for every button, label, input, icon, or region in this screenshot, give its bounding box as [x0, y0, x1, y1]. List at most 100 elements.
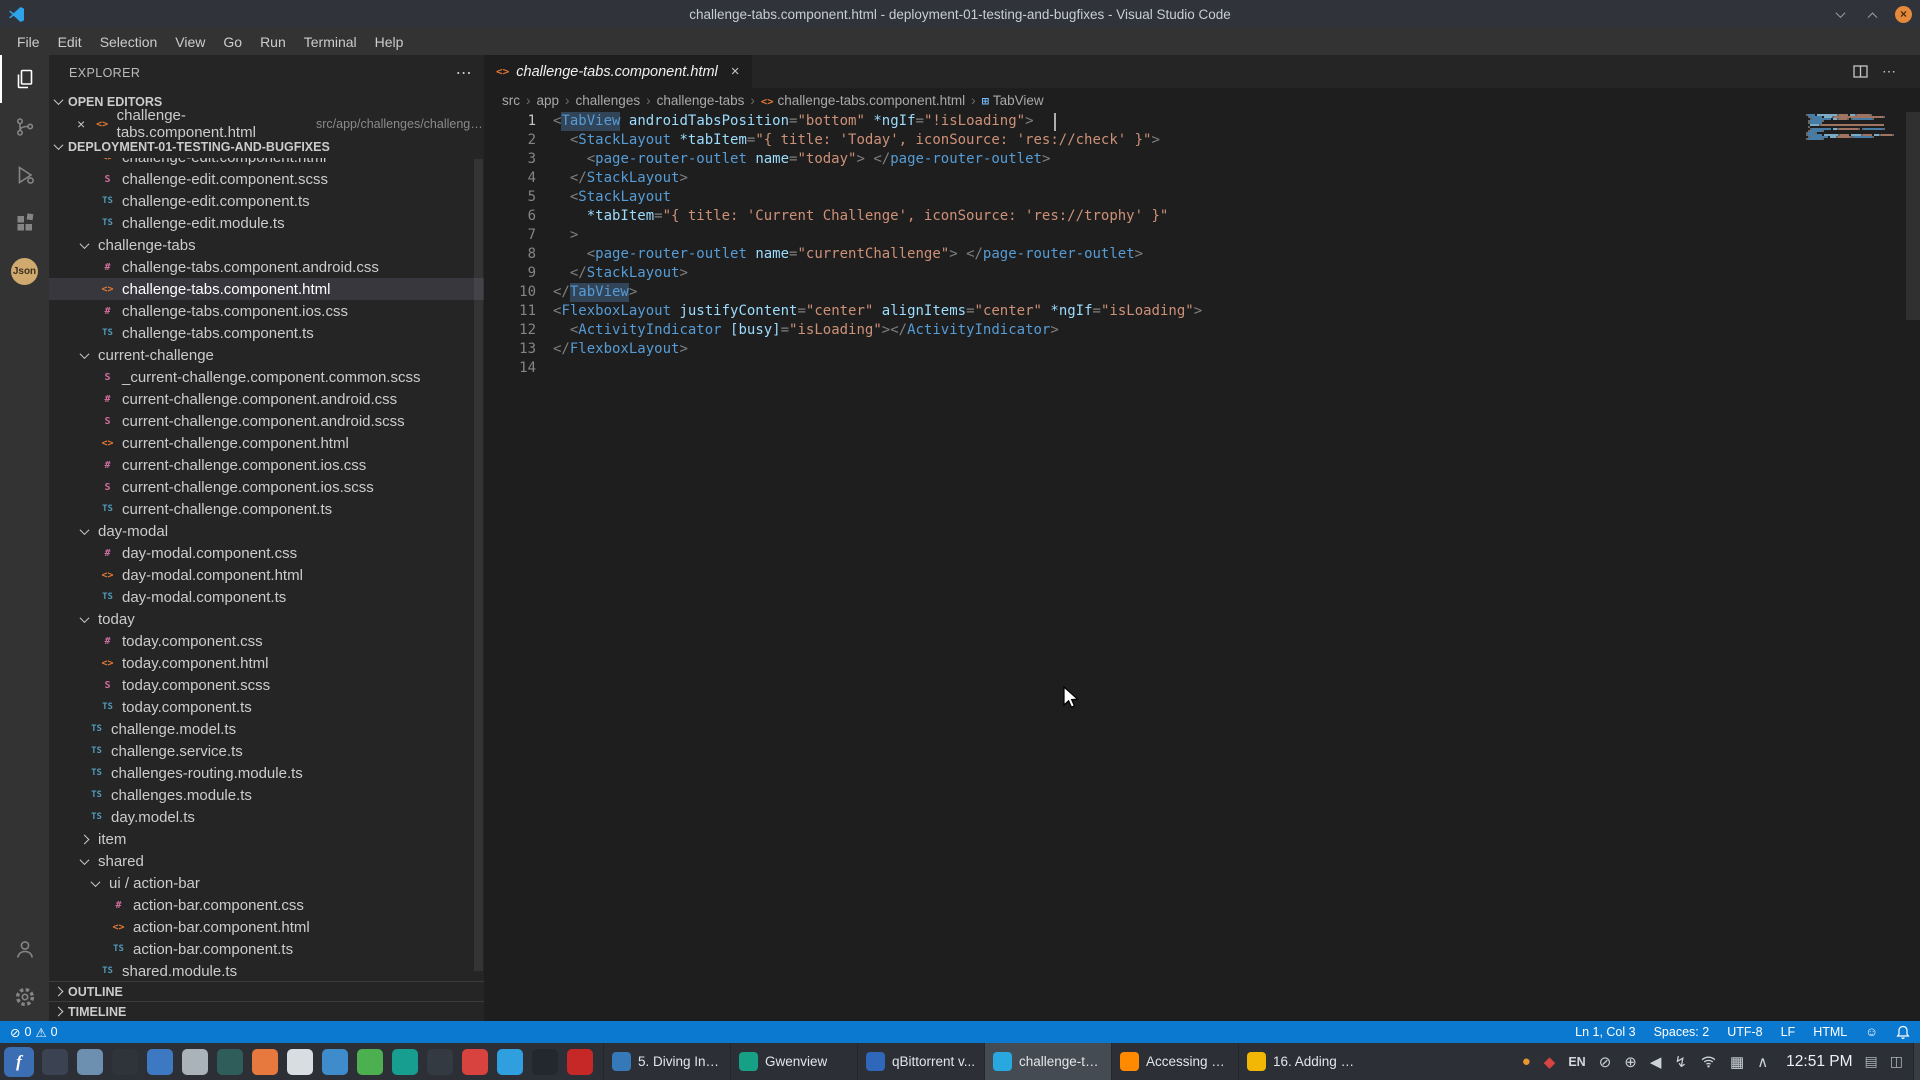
- pinned-app-icon-4[interactable]: [147, 1049, 173, 1075]
- task-button-5-diving-into-[interactable]: 5. Diving Into...: [603, 1043, 730, 1080]
- breadcrumb-item-challenges[interactable]: challenges: [576, 93, 641, 108]
- tree-file-today.component.scss[interactable]: Stoday.component.scss: [49, 674, 484, 696]
- tree-file-challenge-edit.component.ts[interactable]: TSchallenge-edit.component.ts: [49, 190, 484, 212]
- tree-file-challenge-edit.module.ts[interactable]: TSchallenge-edit.module.ts: [49, 212, 484, 234]
- menu-item-run[interactable]: Run: [251, 31, 295, 53]
- run-and-debug-icon[interactable]: [0, 151, 49, 199]
- minimap[interactable]: [1806, 114, 1906, 142]
- tree-folder-ui-action-bar[interactable]: ui / action-bar: [49, 872, 484, 894]
- pinned-app-icon-8[interactable]: [287, 1049, 313, 1075]
- tree-file-current-challenge.component.android.scss[interactable]: Scurrent-challenge.component.android.scs…: [49, 410, 484, 432]
- outline-section-header[interactable]: OUTLINE: [49, 981, 484, 1001]
- tree-file-challenge-edit.component.html[interactable]: <>challenge-edit.component.html: [49, 158, 484, 168]
- pinned-app-icon-15[interactable]: [532, 1049, 558, 1075]
- settings-gear-icon[interactable]: [0, 973, 49, 1021]
- tree-file-challenge-tabs.component.android.css[interactable]: #challenge-tabs.component.android.css: [49, 256, 484, 278]
- tree-file-today.component.css[interactable]: #today.component.css: [49, 630, 484, 652]
- explorer-icon[interactable]: [0, 55, 49, 103]
- tree-file-day-modal.component.css[interactable]: #day-modal.component.css: [49, 542, 484, 564]
- tree-file-action-bar.component.css[interactable]: #action-bar.component.css: [49, 894, 484, 916]
- tree-folder-day-modal[interactable]: day-modal: [49, 520, 484, 542]
- menu-item-edit[interactable]: Edit: [49, 31, 91, 53]
- tree-file-action-bar.component.ts[interactable]: TSaction-bar.component.ts: [49, 938, 484, 960]
- task-button-gwenview[interactable]: Gwenview: [730, 1043, 857, 1080]
- pinned-app-icon-16[interactable]: [567, 1049, 593, 1075]
- tree-folder-item[interactable]: item: [49, 828, 484, 850]
- tree-file-challenge-tabs.component.html[interactable]: <>challenge-tabs.component.html: [49, 278, 484, 300]
- show-desktop-button[interactable]: [1913, 1043, 1920, 1080]
- updates-icon[interactable]: ⊕: [1624, 1053, 1637, 1071]
- tree-file-challenge-edit.component.scss[interactable]: Schallenge-edit.component.scss: [49, 168, 484, 190]
- tree-file-current-challenge.component.ts[interactable]: TScurrent-challenge.component.ts: [49, 498, 484, 520]
- expand-tray-icon[interactable]: ∧: [1757, 1053, 1768, 1071]
- minimize-button[interactable]: [1831, 5, 1849, 23]
- sidebar-scrollbar[interactable]: [474, 159, 483, 971]
- tree-file-shared.module.ts[interactable]: TSshared.module.ts: [49, 960, 484, 981]
- timeline-section-header[interactable]: TIMELINE: [49, 1001, 484, 1021]
- tree-file-current-challenge.component.android.css[interactable]: #current-challenge.component.android.css: [49, 388, 484, 410]
- editor-scrollbar[interactable]: [1906, 112, 1920, 320]
- tab-close-icon[interactable]: ×: [731, 63, 740, 80]
- menu-item-selection[interactable]: Selection: [91, 31, 167, 53]
- tray-app-red-icon[interactable]: ◆: [1544, 1053, 1556, 1071]
- menu-item-go[interactable]: Go: [214, 31, 251, 53]
- pinned-app-icon-1[interactable]: [42, 1049, 68, 1075]
- status-utf-8[interactable]: UTF-8: [1727, 1025, 1762, 1039]
- pinned-app-icon-5[interactable]: [182, 1049, 208, 1075]
- menu-item-terminal[interactable]: Terminal: [295, 31, 366, 53]
- task-button-qbittorrent-v-[interactable]: qBittorrent v...: [857, 1043, 984, 1080]
- tree-folder-challenge-tabs[interactable]: challenge-tabs: [49, 234, 484, 256]
- tree-file--current-challenge.component.common.scss[interactable]: S_current-challenge.component.common.scs…: [49, 366, 484, 388]
- project-root-header[interactable]: DEPLOYMENT-01-TESTING-AND-BUGFIXES: [49, 135, 484, 158]
- tray-app-orange-icon[interactable]: ●: [1522, 1053, 1531, 1070]
- tree-file-current-challenge.component.ios.scss[interactable]: Scurrent-challenge.component.ios.scss: [49, 476, 484, 498]
- code-editor[interactable]: 1<TabView androidTabsPosition="bottom" *…: [484, 112, 1920, 1021]
- pinned-app-icon-10[interactable]: [357, 1049, 383, 1075]
- notifications-bell-icon[interactable]: [1896, 1025, 1910, 1040]
- tree-file-challenges.module.ts[interactable]: TSchallenges.module.ts: [49, 784, 484, 806]
- status-html[interactable]: HTML: [1813, 1025, 1847, 1039]
- pinned-app-icon-12[interactable]: [427, 1049, 453, 1075]
- tree-file-day.model.ts[interactable]: TSday.model.ts: [49, 806, 484, 828]
- tree-file-today.component.html[interactable]: <>today.component.html: [49, 652, 484, 674]
- breadcrumb-item-src[interactable]: src: [502, 93, 520, 108]
- status-ln-1-col-3[interactable]: Ln 1, Col 3: [1575, 1025, 1635, 1039]
- tree-file-challenges-routing.module.ts[interactable]: TSchallenges-routing.module.ts: [49, 762, 484, 784]
- tree-file-challenge-tabs.component.ios.css[interactable]: #challenge-tabs.component.ios.css: [49, 300, 484, 322]
- close-editor-icon[interactable]: ×: [77, 116, 88, 132]
- menu-item-file[interactable]: File: [8, 31, 49, 53]
- editor-more-actions-icon[interactable]: ⋯: [1882, 63, 1896, 80]
- extensions-icon[interactable]: [0, 199, 49, 247]
- pinned-app-icon-7[interactable]: [252, 1049, 278, 1075]
- network-icon[interactable]: [1700, 1053, 1717, 1070]
- tree-folder-current-challenge[interactable]: current-challenge: [49, 344, 484, 366]
- explorer-more-actions-icon[interactable]: ⋯: [456, 63, 472, 83]
- pinned-app-icon-6[interactable]: [217, 1049, 243, 1075]
- pinned-app-icon-9[interactable]: [322, 1049, 348, 1075]
- tree-file-day-modal.component.ts[interactable]: TSday-modal.component.ts: [49, 586, 484, 608]
- task-button-challenge-tab-[interactable]: challenge-tab...: [984, 1043, 1111, 1080]
- virtual-keyboard-icon[interactable]: ▦: [1730, 1053, 1744, 1071]
- tree-file-action-bar.component.html[interactable]: <>action-bar.component.html: [49, 916, 484, 938]
- breadcrumb-item-challenge-tabs[interactable]: challenge-tabs: [657, 93, 745, 108]
- tree-file-current-challenge.component.html[interactable]: <>current-challenge.component.html: [49, 432, 484, 454]
- menu-item-view[interactable]: View: [166, 31, 214, 53]
- tree-file-current-challenge.component.ios.css[interactable]: #current-challenge.component.ios.css: [49, 454, 484, 476]
- tab-challenge-tabs-component-html[interactable]: <> challenge-tabs.component.html ×: [484, 55, 753, 88]
- task-button-accessing-na-[interactable]: Accessing Na...: [1111, 1043, 1238, 1080]
- open-editor-item[interactable]: × <> challenge-tabs.component.html src/a…: [49, 113, 484, 135]
- accounts-icon[interactable]: [0, 925, 49, 973]
- tree-file-day-modal.component.html[interactable]: <>day-modal.component.html: [49, 564, 484, 586]
- tree-folder-today[interactable]: today: [49, 608, 484, 630]
- tree-file-today.component.ts[interactable]: TStoday.component.ts: [49, 696, 484, 718]
- maximize-button[interactable]: [1863, 5, 1881, 23]
- tree-file-challenge.model.ts[interactable]: TSchallenge.model.ts: [49, 718, 484, 740]
- source-control-icon[interactable]: [0, 103, 49, 151]
- close-button[interactable]: ×: [1895, 6, 1912, 23]
- application-launcher-icon[interactable]: f: [4, 1047, 34, 1077]
- tree-file-challenge-tabs.component.ts[interactable]: TSchallenge-tabs.component.ts: [49, 322, 484, 344]
- task-button-16-adding-th-[interactable]: 16. Adding th...: [1238, 1043, 1365, 1080]
- split-editor-icon[interactable]: [1853, 65, 1868, 78]
- feedback-smiley-icon[interactable]: ☺: [1865, 1025, 1878, 1039]
- json-extension-icon[interactable]: Json: [0, 247, 49, 295]
